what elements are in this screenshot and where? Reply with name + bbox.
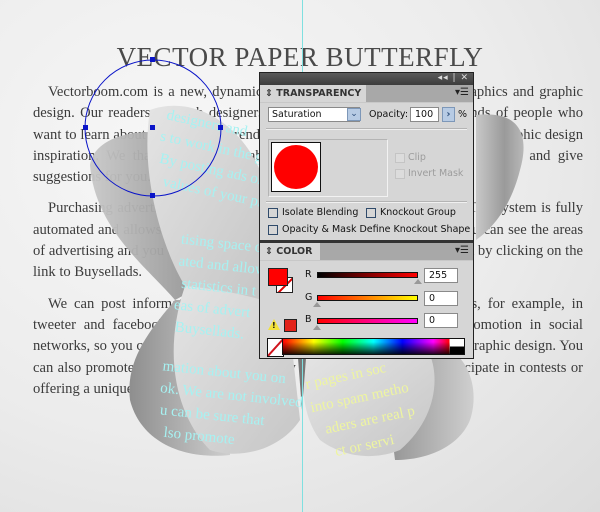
tab-color[interactable]: ⇕ COLOR (260, 243, 320, 260)
in-gamut-color-swatch[interactable] (284, 319, 297, 332)
invert-mask-checkbox[interactable] (395, 169, 405, 179)
chevron-down-icon[interactable]: ⌄ (347, 108, 361, 121)
divider (266, 201, 467, 203)
collapse-icon[interactable]: ◂◂ (438, 73, 449, 83)
opacity-mask-knockout-label: Opacity & Mask Define Knockout Shape (282, 224, 471, 235)
anchor-left (83, 125, 88, 130)
isolate-blending-label: Isolate Blending (282, 207, 359, 218)
clip-label: Clip (408, 152, 426, 163)
object-thumbnail[interactable] (271, 142, 321, 192)
expand-toggle-icon[interactable]: ⇕ (265, 246, 273, 257)
g-label: G (305, 292, 313, 303)
divider (266, 128, 467, 130)
b-slider[interactable] (317, 318, 418, 324)
panel-menu-icon[interactable]: ▾☰ (455, 87, 469, 98)
center-point (150, 125, 155, 130)
opacity-mask-knockout-checkbox[interactable] (268, 225, 278, 235)
transparency-tab-row: ⇕ TRANSPARENCY ▾☰ (260, 85, 473, 103)
r-label: R (305, 269, 312, 280)
anchor-top (150, 57, 155, 62)
tab-transparency[interactable]: ⇕ TRANSPARENCY (260, 85, 366, 102)
r-value-input[interactable]: 255 (424, 268, 458, 283)
close-icon[interactable]: ✕ (460, 73, 469, 83)
black-white-swatches[interactable] (450, 339, 464, 354)
knockout-group-checkbox[interactable] (366, 208, 376, 218)
isolate-blending-checkbox[interactable] (268, 208, 278, 218)
fill-swatch[interactable] (268, 268, 288, 286)
expand-toggle-icon[interactable]: ⇕ (265, 88, 273, 99)
b-value-input[interactable]: 0 (424, 313, 458, 328)
panel-titlebar[interactable]: ◂◂ | ✕ (260, 73, 473, 85)
invert-mask-label: Invert Mask (408, 168, 464, 179)
clip-checkbox[interactable] (395, 153, 405, 163)
panel-menu-icon[interactable]: ▾☰ (455, 245, 469, 256)
color-tab-row: ⇕ COLOR ▾☰ (260, 243, 473, 261)
opacity-input[interactable]: 100 (410, 107, 439, 122)
floating-panel: ◂◂ | ✕ ⇕ TRANSPARENCY ▾☰ Saturation ⌄ Op… (259, 72, 474, 359)
blend-row: Saturation ⌄ Opacity: 100 › % (260, 103, 473, 125)
red-circle-preview (274, 145, 318, 189)
r-slider-thumb[interactable] (414, 279, 422, 284)
g-slider-thumb[interactable] (313, 302, 321, 307)
color-spectrum-bar[interactable] (282, 338, 465, 355)
anchor-right (218, 125, 223, 130)
b-slider-thumb[interactable] (313, 325, 321, 330)
percent-label: % (458, 109, 468, 120)
right-upper-wing (476, 114, 524, 240)
opacity-slider-toggle[interactable]: › (442, 107, 455, 122)
anchor-bottom (150, 193, 155, 198)
knockout-group-label: Knockout Group (380, 207, 456, 218)
opacity-label: Opacity: (369, 109, 409, 120)
r-slider[interactable] (317, 272, 418, 278)
g-slider[interactable] (317, 295, 418, 301)
g-value-input[interactable]: 0 (424, 291, 458, 306)
b-label: B (305, 314, 312, 325)
